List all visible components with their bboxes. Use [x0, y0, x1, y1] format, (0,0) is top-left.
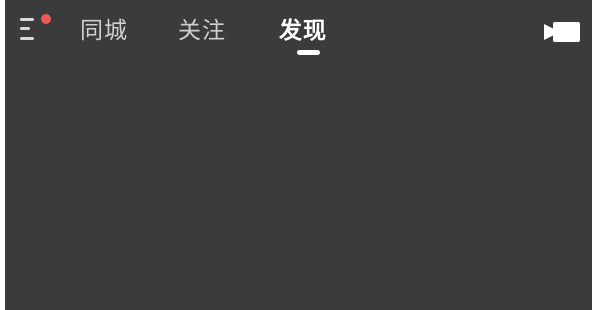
- video-camera-button[interactable]: [543, 20, 581, 44]
- tab-faxian[interactable]: 发现: [279, 13, 327, 49]
- tab-tongcheng[interactable]: 同城: [80, 13, 128, 49]
- app-screen: 同城 关注 发现: [5, 0, 592, 310]
- top-navigation-bar: 同城 关注 发现: [5, 0, 592, 62]
- active-tab-indicator: [297, 50, 320, 55]
- menu-button[interactable]: [20, 14, 51, 43]
- video-camera-icon: [544, 22, 580, 42]
- tab-guanzhu[interactable]: 关注: [178, 13, 226, 49]
- notification-dot: [41, 14, 51, 24]
